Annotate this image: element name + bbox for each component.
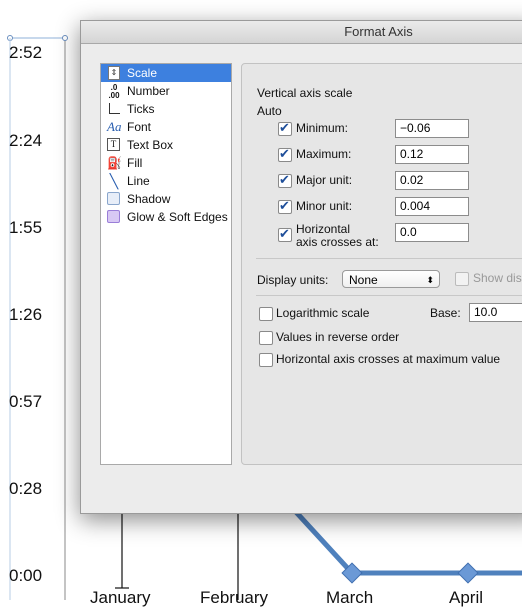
format-axis-dialog: Format Axis ⇕ Scale .0.00 Number Ticks A… <box>80 20 522 514</box>
reverse-order-label: Values in reverse order <box>276 330 400 344</box>
minor-unit-label: Minor unit: <box>296 199 353 213</box>
axis-crosses-field[interactable]: 0.0 <box>395 223 469 242</box>
log-scale-label: Logarithmic scale <box>276 306 370 320</box>
sidebar-item-label: Shadow <box>127 192 171 206</box>
show-display-label: Show disp <box>473 271 522 285</box>
chevron-updown-icon: ⬍ <box>426 275 434 285</box>
show-display-checkbox[interactable] <box>455 272 469 286</box>
sidebar-item-text-box[interactable]: T Text Box <box>101 136 231 154</box>
axis-crosses-label-line2: axis crosses at: <box>296 235 379 249</box>
shadow-icon <box>107 192 120 205</box>
sidebar-item-label: Ticks <box>127 102 155 116</box>
major-unit-label: Major unit: <box>296 173 353 187</box>
sidebar-item-shadow[interactable]: Shadow <box>101 190 231 208</box>
maximum-field[interactable]: 0.12 <box>395 145 469 164</box>
axis-handle[interactable] <box>62 35 68 41</box>
sidebar-item-label: Glow & Soft Edges <box>127 210 228 224</box>
maximum-label: Maximum: <box>296 147 352 161</box>
log-scale-checkbox[interactable] <box>259 307 273 321</box>
sidebar-item-scale[interactable]: ⇕ Scale <box>101 64 231 82</box>
sidebar-item-label: Text Box <box>127 138 174 152</box>
minimum-field[interactable]: −0.06 <box>395 119 469 138</box>
x-tick-label: March <box>326 588 374 607</box>
sidebar-item-ticks[interactable]: Ticks <box>101 100 231 118</box>
scale-panel: Vertical axis scale Auto Minimum: −0.06 … <box>241 63 522 465</box>
x-tick-label: February <box>200 588 269 607</box>
sidebar-item-fill[interactable]: ⛽ Fill <box>101 154 231 172</box>
category-list: ⇕ Scale .0.00 Number Ticks Aa Font T Tex… <box>100 63 232 465</box>
base-label: Base: <box>430 306 461 320</box>
y-tick-label: 2:24 <box>9 131 43 150</box>
y-tick-label: 0:28 <box>9 479 43 498</box>
minimum-label: Minimum: <box>296 121 349 135</box>
cross-max-label: Horizontal axis crosses at maximum value <box>276 352 501 366</box>
font-icon: Aa <box>107 119 122 134</box>
cross-max-checkbox[interactable] <box>259 353 273 367</box>
y-tick-label: 2:52 <box>9 43 43 62</box>
axis-crosses-auto-checkbox[interactable] <box>278 226 292 242</box>
dialog-title: Format Axis <box>344 24 413 39</box>
base-field[interactable]: 10.0 <box>469 303 522 322</box>
fill-icon: ⛽ <box>107 156 122 170</box>
divider <box>256 295 522 296</box>
sidebar-item-glow[interactable]: Glow & Soft Edges <box>101 208 231 226</box>
series-line[interactable] <box>294 510 522 576</box>
y-tick-label: 0:00 <box>9 566 43 585</box>
display-units-label: Display units: <box>257 273 329 287</box>
y-tick-label: 0:57 <box>9 392 43 411</box>
axis-crosses-label-line1: Horizontal <box>296 222 351 236</box>
x-tick-label: April <box>449 588 484 607</box>
sidebar-item-label: Line <box>127 174 150 188</box>
y-tick-label: 1:26 <box>9 305 43 324</box>
sidebar-item-number[interactable]: .0.00 Number <box>101 82 231 100</box>
divider <box>256 258 522 259</box>
auto-label: Auto <box>257 104 282 118</box>
sidebar-item-label: Fill <box>127 156 143 170</box>
minor-unit-field[interactable]: 0.004 <box>395 197 469 216</box>
number-icon: .0.00 <box>108 83 120 100</box>
dialog-titlebar[interactable]: Format Axis <box>81 21 522 44</box>
y-tick-label: 1:55 <box>9 218 43 237</box>
sidebar-item-font[interactable]: Aa Font <box>101 118 231 136</box>
sidebar-item-label: Font <box>127 120 152 134</box>
sidebar-item-line[interactable]: ╲ Line <box>101 172 231 190</box>
scale-icon: ⇕ <box>108 66 120 80</box>
reverse-order-checkbox[interactable] <box>259 331 273 345</box>
x-tick-label: January <box>90 588 151 607</box>
major-unit-field[interactable]: 0.02 <box>395 171 469 190</box>
sidebar-item-label: Number <box>127 84 170 98</box>
minor-unit-auto-checkbox[interactable] <box>278 198 292 214</box>
section-title: Vertical axis scale <box>257 86 353 100</box>
minimum-auto-checkbox[interactable] <box>278 120 292 136</box>
text-box-icon: T <box>107 138 120 151</box>
line-icon: ╲ <box>109 173 119 189</box>
data-point-marker[interactable] <box>457 562 479 584</box>
display-units-value: None <box>349 273 378 287</box>
major-unit-auto-checkbox[interactable] <box>278 172 292 188</box>
sidebar-item-label: Scale <box>127 66 158 80</box>
display-units-select[interactable]: None ⬍ <box>342 270 440 288</box>
glow-icon <box>107 210 120 223</box>
maximum-auto-checkbox[interactable] <box>278 146 292 162</box>
ticks-icon <box>109 103 120 114</box>
